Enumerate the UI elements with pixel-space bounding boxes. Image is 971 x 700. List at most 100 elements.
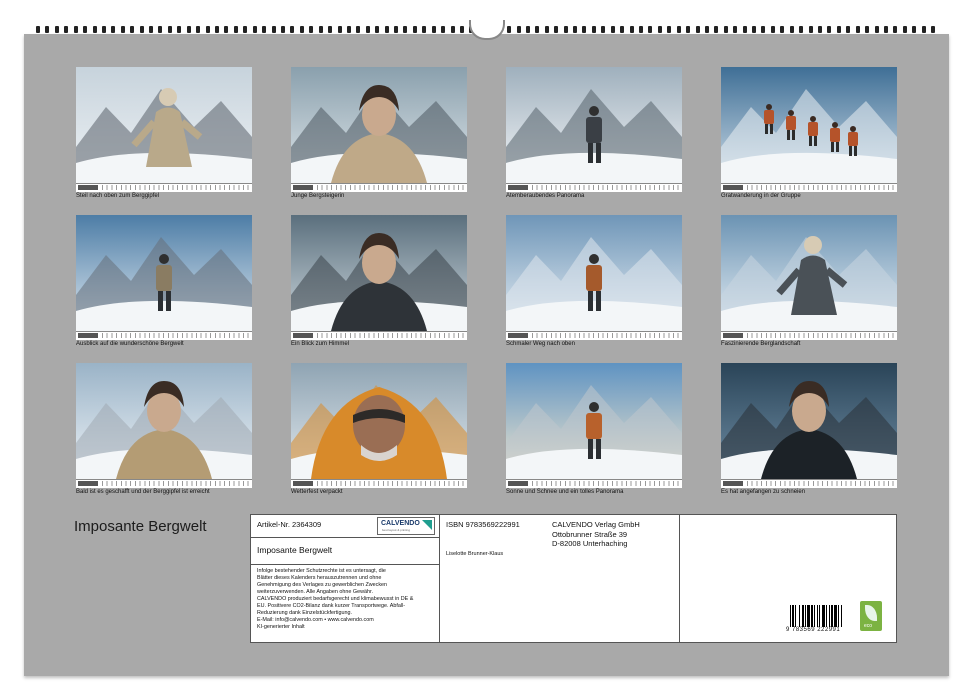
barcode-bar	[799, 605, 800, 627]
photo-caption: Ausblick auf die wunderschöne Bergwelt	[76, 341, 184, 347]
photo-grid: Steil nach oben zum Berggipfel Junge Ber…	[76, 67, 898, 507]
binding-loop	[667, 26, 672, 33]
binding-loop	[431, 26, 436, 33]
binding-loop	[799, 26, 804, 33]
calendar-month-thumbnail: Es hat angefangen zu schneien	[721, 363, 899, 503]
month-label	[508, 481, 528, 486]
calendar-month-thumbnail: Atemberaubendes Panorama	[506, 67, 684, 207]
binding-loop	[535, 26, 540, 33]
binding-loop	[262, 26, 267, 33]
binding-loop	[780, 26, 785, 33]
binding-loop	[403, 26, 408, 33]
calendar-month-thumbnail: Steil nach oben zum Berggipfel	[76, 67, 254, 207]
month-photo	[76, 215, 252, 331]
barcode-number: 9 783569 222991	[786, 627, 841, 633]
photo-caption: Faszinierende Berglandschaft	[721, 341, 801, 347]
barcode-bar	[817, 605, 818, 627]
legal-line: EU. Positivere CO2-Bilanz dank kurzer Tr…	[257, 603, 406, 609]
binding-loop	[752, 26, 757, 33]
binding-loop	[808, 26, 813, 33]
binding-loop	[723, 26, 728, 33]
binding-loop	[384, 26, 389, 33]
binding-loop	[158, 26, 163, 33]
binding-loop	[120, 26, 125, 33]
publisher-line: D-82008 Unterhaching	[552, 539, 628, 548]
binding-loop	[573, 26, 578, 33]
month-label	[723, 185, 743, 190]
day-grid	[747, 333, 895, 338]
binding-loop	[459, 26, 464, 33]
month-photo	[506, 363, 682, 479]
barcode-bar	[819, 605, 820, 627]
barcode-bar	[822, 605, 825, 627]
photo-caption: Atemberaubendes Panorama	[506, 193, 585, 199]
binding-loop	[337, 26, 342, 33]
barcode-bar	[790, 605, 791, 627]
binding-loop	[818, 26, 823, 33]
photo-caption: Sonne und Schnee und ein tolles Panorama	[506, 489, 624, 495]
binding-loop	[101, 26, 106, 33]
month-label	[78, 185, 98, 190]
binding-loop	[554, 26, 559, 33]
calendarium-strip	[721, 479, 897, 488]
month-photo	[506, 215, 682, 331]
binding-loop	[629, 26, 634, 33]
barcode-bar	[826, 605, 827, 627]
divider	[251, 537, 439, 538]
binding-loop	[412, 26, 417, 33]
calendarium-strip	[76, 183, 252, 192]
binding-loop	[196, 26, 201, 33]
binding-loop	[921, 26, 926, 33]
calendarium-strip	[721, 183, 897, 192]
calendar-month-thumbnail: Sonne und Schnee und ein tolles Panorama	[506, 363, 684, 503]
binding-loop	[742, 26, 747, 33]
day-grid	[532, 481, 680, 486]
binding-loop	[714, 26, 719, 33]
calendarium-strip	[76, 331, 252, 340]
binding-loop	[356, 26, 361, 33]
binding-loop	[328, 26, 333, 33]
binding-loop	[54, 26, 59, 33]
legal-text: Infolge bestehender Schutzrechte ist es …	[257, 568, 413, 631]
leaf-icon	[865, 605, 877, 621]
binding-loop	[346, 26, 351, 33]
month-label	[293, 333, 313, 338]
binding-loop	[695, 26, 700, 33]
legal-line: weiterzuverwenden. Alle Angaben ohne Gew…	[257, 589, 373, 595]
legal-line: Reduzierung dank Einzelstückfertigung.	[257, 610, 352, 616]
calendar-back-page: Steil nach oben zum Berggipfel Junge Ber…	[24, 34, 949, 676]
calendarium-strip	[291, 331, 467, 340]
binding-loop	[639, 26, 643, 33]
month-photo	[76, 363, 252, 479]
binding-loop	[215, 26, 220, 33]
binding-loop	[789, 26, 794, 33]
month-label	[78, 333, 98, 338]
binding-loop	[902, 26, 907, 33]
binding-loop	[290, 26, 295, 33]
photo-caption: Gratwanderung in der Gruppe	[721, 193, 801, 199]
binding-loop	[874, 26, 879, 33]
binding-loop	[912, 26, 917, 33]
barcode-bar	[838, 605, 839, 627]
binding-loop	[375, 26, 380, 33]
binding-loop	[761, 26, 766, 33]
binding-loop	[177, 26, 182, 33]
binding-loop	[563, 26, 568, 33]
day-grid	[102, 333, 250, 338]
photo-caption: Wetterfest verpackt	[291, 489, 343, 495]
binding-loop	[648, 26, 653, 33]
publisher-line: CALVENDO Verlag GmbH	[552, 520, 640, 529]
binding-loop	[271, 26, 276, 33]
calendar-month-thumbnail: Ausblick auf die wunderschöne Bergwelt	[76, 215, 254, 355]
binding-loop	[394, 26, 399, 33]
calvendo-logo: CALVENDO best layout & printing	[377, 517, 435, 535]
logo-mark-icon	[422, 520, 432, 530]
binding-loop	[836, 26, 841, 33]
month-photo	[291, 363, 467, 479]
photo-caption: Junge Bergsteigerin	[291, 193, 345, 199]
legal-line: Blätter dieses Kalenders herauszutrennen…	[257, 575, 382, 581]
photo-caption: Es hat angefangen zu schneien	[721, 489, 806, 495]
calendar-month-thumbnail: Schmaler Weg nach oben	[506, 215, 684, 355]
binding-loop	[243, 26, 248, 33]
binding-loop	[676, 26, 681, 33]
